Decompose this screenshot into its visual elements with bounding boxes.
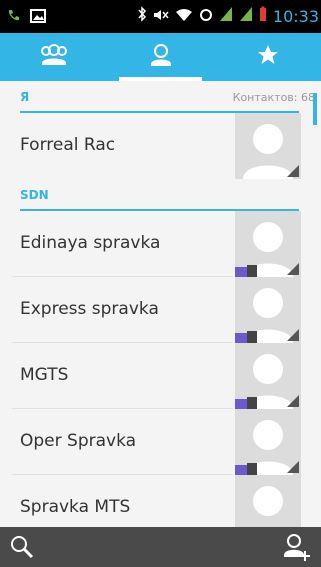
sim-icon (247, 265, 257, 277)
person-icon (149, 43, 173, 71)
contact-row[interactable]: Oper Spravka (0, 409, 321, 475)
star-icon (256, 43, 280, 71)
signal-1-icon (219, 6, 233, 26)
quick-contact-corner (287, 165, 299, 177)
tab-favorites[interactable] (214, 33, 321, 81)
image-icon (30, 8, 46, 27)
bottom-action-bar (0, 527, 321, 567)
search-icon[interactable] (10, 535, 34, 563)
mute-icon (153, 7, 169, 26)
contact-avatar[interactable] (235, 409, 301, 475)
contact-avatar[interactable] (235, 113, 301, 179)
clock: 10:33 (272, 6, 319, 26)
bluetooth-icon (137, 6, 147, 26)
add-contact-icon[interactable] (283, 533, 311, 565)
groups-icon (38, 43, 70, 71)
signal-2-icon (239, 6, 253, 26)
call-icon (6, 8, 20, 27)
sync-icon (199, 7, 213, 26)
section-header: Я Контактов: 68 (20, 81, 315, 113)
contact-name: Edinaya spravka (20, 233, 161, 253)
quick-contact-corner (287, 461, 299, 473)
contact-name: Spravka MTS (20, 497, 131, 517)
contact-row[interactable]: Edinaya spravka (0, 211, 321, 277)
tab-groups[interactable] (0, 33, 107, 81)
wifi-icon (175, 7, 193, 26)
contact-avatar[interactable] (235, 211, 301, 277)
status-bar: 10:33 (0, 0, 321, 33)
sim-icon (247, 397, 257, 409)
contact-name: Forreal Rac (20, 135, 116, 155)
quick-contact-corner (287, 395, 299, 407)
contacts-list: Я Контактов: 68 Forreal Rac SDN Edinaya … (0, 81, 321, 527)
contact-row[interactable]: Forreal Rac (0, 113, 321, 179)
contact-name: Oper Spravka (20, 431, 137, 451)
section-letter: SDN (20, 188, 49, 202)
contact-name: MGTS (20, 365, 69, 385)
sim-icon (247, 331, 257, 343)
sim-icon (247, 463, 257, 475)
contact-row[interactable]: Express spravka (0, 277, 321, 343)
contact-avatar[interactable] (235, 343, 301, 409)
contact-row[interactable]: MGTS (0, 343, 321, 409)
contact-avatar[interactable] (235, 277, 301, 343)
contact-avatar[interactable] (235, 475, 301, 527)
tab-contacts[interactable] (107, 33, 214, 81)
quick-contact-corner (287, 263, 299, 275)
contact-row[interactable]: Spravka MTS (0, 475, 321, 527)
contacts-count: Контактов: 68 (232, 91, 315, 104)
section-header: SDN (20, 179, 299, 211)
scrollbar[interactable] (313, 93, 317, 125)
battery-icon (259, 6, 267, 26)
quick-contact-corner (287, 329, 299, 341)
section-letter: Я (20, 90, 30, 104)
contact-name: Express spravka (20, 299, 159, 319)
tab-bar (0, 33, 321, 81)
